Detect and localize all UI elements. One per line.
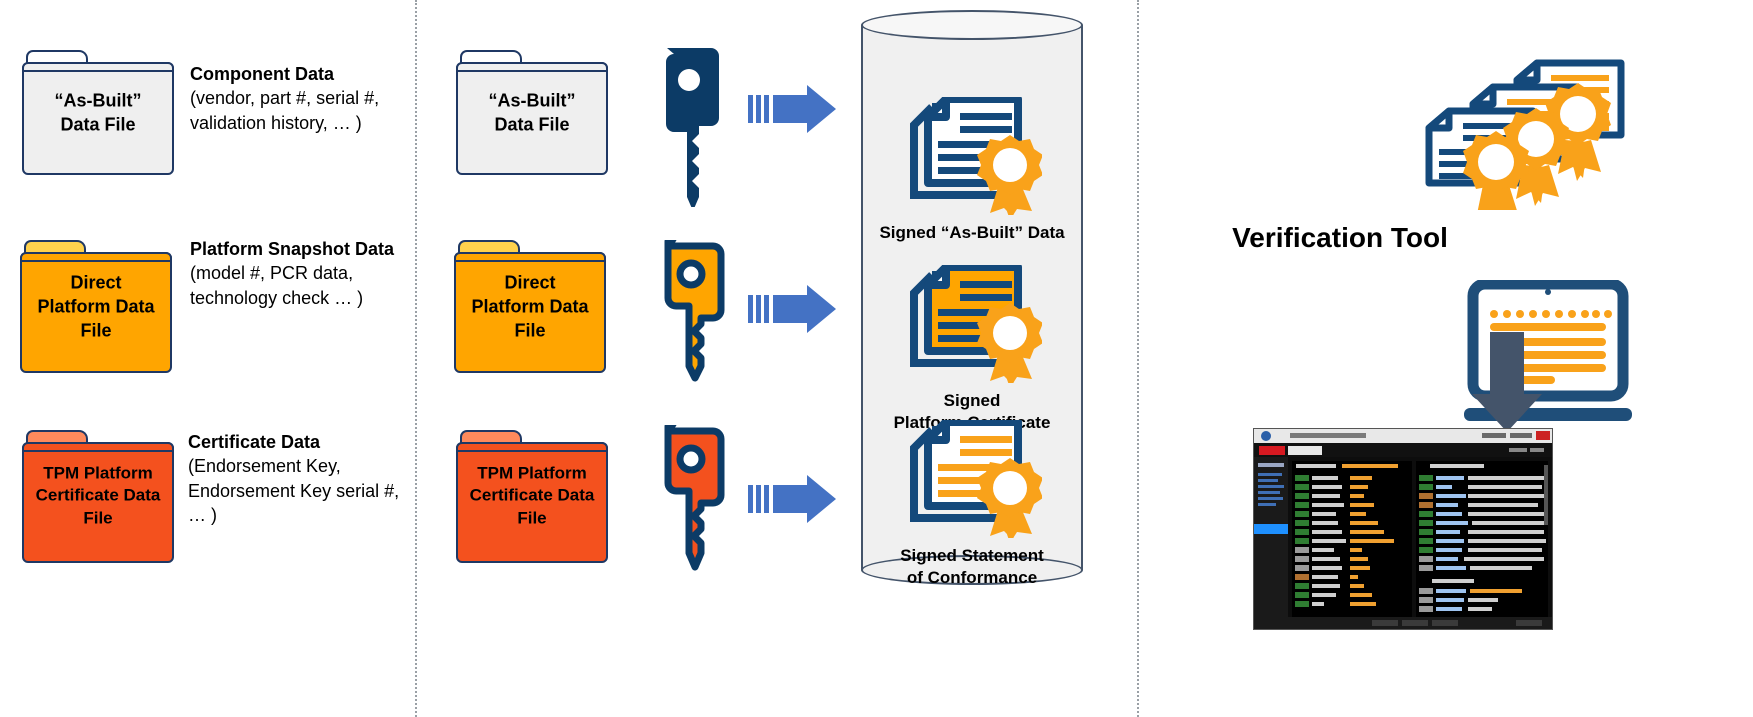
folder-label-line1: “As-Built” <box>54 90 142 111</box>
down-arrow-svg <box>1472 332 1542 432</box>
certificate-data-caption: Certificate Data (Endorsement Key, Endor… <box>188 431 413 528</box>
folder-label-line3: File <box>83 508 113 528</box>
caption-line-1: (vendor, part #, serial #, <box>190 88 380 109</box>
signed-statement-of-conformance: Signed Statement of Conformance <box>863 418 1081 589</box>
caption-title: Platform Snapshot Data <box>190 239 395 259</box>
signing-key-orange <box>655 230 727 388</box>
certificate-label-line2: of Conformance <box>906 567 1038 587</box>
diagram-canvas: “As-Built” Data File Component Data (ven… <box>0 0 1753 717</box>
folder-label: TPM Platform Certificate Data File <box>456 462 608 531</box>
verification-tool-terminal-screenshot[interactable] <box>1253 428 1553 630</box>
key-icon <box>664 230 725 382</box>
signed-artifact-repository-cylinder: Signed “As-Built” Data Signed Platform S… <box>861 10 1083 587</box>
folder-label-line1: Direct <box>70 272 122 293</box>
flow-arrow-2 <box>748 285 836 333</box>
flow-arrow-1 <box>748 85 836 133</box>
folder-label-line2: Certificate Data <box>469 486 595 506</box>
folder-label-line2: Platform Data <box>37 296 155 317</box>
signing-key-red <box>655 415 727 577</box>
folder-label-line1: Direct <box>504 272 556 293</box>
certificate-icon <box>910 418 1043 543</box>
direct-platform-data-file-folder-2: Direct Platform Data File <box>454 240 606 373</box>
signed-platform-certificate: Signed Platform Certificate <box>863 263 1081 434</box>
direct-platform-data-file-folder: Direct Platform Data File <box>20 240 172 373</box>
folder-lip <box>20 252 172 262</box>
signed-as-built-data-certificate: Signed “As-Built” Data <box>863 95 1081 244</box>
folder-label-line1: “As-Built” <box>488 90 576 111</box>
certificate-icon <box>910 263 1043 388</box>
arrow-right-icon <box>748 285 836 333</box>
caption-title: Component Data <box>190 64 334 84</box>
folder-label-line1: TPM Platform <box>43 463 153 483</box>
folder-label: Direct Platform Data File <box>20 270 172 343</box>
caption-line-1: (Endorsement Key, <box>188 456 341 477</box>
folder-label-line3: File <box>80 320 112 341</box>
folder-label-line2: Platform Data <box>471 296 589 317</box>
caption-line-2: technology check … ) <box>190 287 364 308</box>
cylinder-top <box>861 10 1083 40</box>
flow-arrow-3 <box>748 475 836 523</box>
folder-lip <box>454 252 606 262</box>
certificate-icon <box>910 95 1043 220</box>
folder-lip <box>456 62 608 72</box>
signing-key-navy <box>653 42 725 211</box>
divider-right <box>1137 0 1139 717</box>
tpm-platform-certificate-data-file-folder: TPM Platform Certificate Data File <box>22 430 174 563</box>
folder-label: Direct Platform Data File <box>454 270 606 343</box>
divider-left <box>415 0 417 717</box>
component-data-caption: Component Data (vendor, part #, serial #… <box>190 63 410 135</box>
as-built-data-file-folder-2: “As-Built” Data File <box>456 50 608 175</box>
folder-label-line3: File <box>517 508 547 528</box>
caption-line-2: validation history, … ) <box>190 112 362 133</box>
arrow-right-icon <box>748 85 836 133</box>
folder-lip <box>456 442 608 452</box>
caption-line-2: Endorsement Key serial #, <box>188 480 400 501</box>
caption-line-3: … ) <box>188 505 217 526</box>
terminal-svg <box>1254 429 1552 629</box>
certificate-label-line1: Signed Statement <box>900 546 1044 565</box>
certificate-label-line1: Signed <box>943 391 1001 410</box>
down-arrow-icon <box>1472 332 1552 432</box>
key-icon <box>664 415 725 571</box>
certificate-stack-svg <box>1425 59 1625 226</box>
folder-label: “As-Built” Data File <box>456 88 608 137</box>
folder-label: “As-Built” Data File <box>22 88 174 137</box>
folder-label-line2: Certificate Data <box>35 486 161 506</box>
folder-label-line2: Data File <box>60 114 136 135</box>
folder-label-line3: File <box>514 320 546 341</box>
folder-label-line2: Data File <box>494 114 570 135</box>
caption-title: Certificate Data <box>188 432 321 452</box>
arrow-right-icon <box>748 475 836 523</box>
tpm-platform-certificate-data-file-folder-2: TPM Platform Certificate Data File <box>456 430 608 563</box>
platform-snapshot-data-caption: Platform Snapshot Data (model #, PCR dat… <box>190 238 420 310</box>
certificate-label: Signed Statement of Conformance <box>863 545 1081 589</box>
caption-line-1: (model #, PCR data, <box>190 263 354 284</box>
verification-tool-title: Verification Tool <box>1232 222 1448 253</box>
key-icon <box>666 48 719 211</box>
certificate-label-line1: Signed “As-Built” Data <box>879 223 1065 242</box>
folder-lip <box>22 442 174 452</box>
certificate-stack-icon <box>1405 55 1655 226</box>
as-built-data-file-folder: “As-Built” Data File <box>22 50 174 175</box>
seal-front <box>1463 131 1529 226</box>
folder-label: TPM Platform Certificate Data File <box>22 462 174 531</box>
certificate-label: Signed “As-Built” Data <box>863 222 1081 244</box>
folder-lip <box>22 62 174 72</box>
folder-label-line1: TPM Platform <box>477 463 587 483</box>
